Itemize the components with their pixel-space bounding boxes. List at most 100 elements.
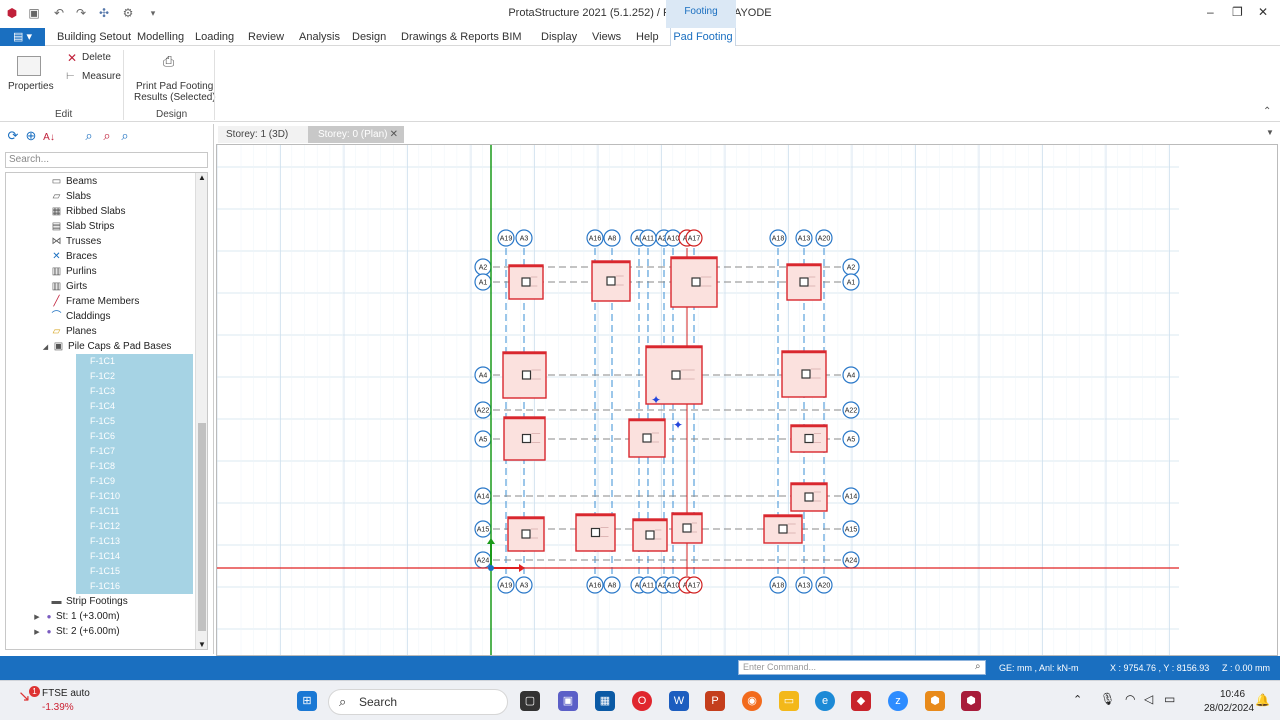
measure-icon[interactable]: ⊢ — [66, 71, 75, 82]
protastructure-icon[interactable]: ⬢ — [961, 691, 981, 711]
menu-design[interactable]: Design — [352, 31, 386, 43]
delete-icon[interactable]: ✕ — [67, 51, 77, 65]
tree-item-footing[interactable]: F-1C11 — [76, 504, 193, 519]
plan-drawing[interactable]: A19A3A16A8A7A11A23A10A6A17A18A13A20A19A3… — [217, 145, 1278, 656]
task-view-icon[interactable]: ▢ — [520, 691, 540, 711]
tree-item-strip-footings[interactable]: ▬ Strip Footings — [50, 594, 128, 609]
tree-item-purlins[interactable]: ▥ Purlins — [50, 264, 97, 279]
menu-views[interactable]: Views — [592, 31, 621, 43]
tree-item-planes[interactable]: ▱ Planes — [50, 324, 97, 339]
properties-button[interactable]: Properties — [8, 81, 54, 92]
teams-icon[interactable]: ▣ — [558, 691, 578, 711]
restore-icon[interactable]: ❐ — [1232, 5, 1243, 19]
menu-review[interactable]: Review — [248, 31, 284, 43]
print-pad-footing-button[interactable]: Print Pad Footing — [136, 81, 213, 92]
app-icon[interactable]: ⬢ — [925, 691, 945, 711]
search-command-icon[interactable]: ⌕ — [975, 661, 981, 672]
delete-button[interactable]: Delete — [82, 52, 111, 63]
tree-item-footing[interactable]: F-1C12 — [76, 519, 193, 534]
tree-item-braces[interactable]: ✕ Braces — [50, 249, 97, 264]
scroll-down-icon[interactable]: ▼ — [198, 640, 206, 649]
close-tab-icon[interactable]: ✕ — [390, 126, 398, 143]
tree-item-girts[interactable]: ▥ Girts — [50, 279, 87, 294]
tree-item-footing[interactable]: F-1C2 — [76, 369, 193, 384]
tree-item-storey-2[interactable]: ▶ ● St: 2 (+6.00m) — [32, 624, 119, 640]
file-menu-button[interactable]: ▤ ▾ — [0, 28, 45, 46]
tree-search-input[interactable]: Search... — [5, 152, 208, 168]
tab-storey-3d[interactable]: Storey: 1 (3D) — [218, 126, 308, 143]
tree-item-footing[interactable]: F-1C1 — [76, 354, 193, 369]
menu-drawings-reports[interactable]: Drawings & Reports — [401, 31, 499, 43]
tree-item-trusses[interactable]: ⋈ Trusses — [50, 234, 102, 249]
battery-icon[interactable]: ▭ — [1164, 692, 1175, 706]
tree-item-footing[interactable]: F-1C4 — [76, 399, 193, 414]
tree-item-footing[interactable]: F-1C5 — [76, 414, 193, 429]
microphone-icon[interactable]: 🎙 — [1100, 692, 1115, 706]
scrollbar-thumb[interactable] — [198, 423, 206, 631]
collapse-ribbon-icon[interactable]: ⌃ — [1263, 106, 1271, 117]
tree-item-footing[interactable]: F-1C13 — [76, 534, 193, 549]
tree-item-footing[interactable]: F-1C16 — [76, 579, 193, 594]
tree-item-footing[interactable]: F-1C3 — [76, 384, 193, 399]
tray-chevron-icon[interactable]: ⌃ — [1073, 693, 1082, 706]
file-explorer-icon[interactable]: ▭ — [779, 691, 799, 711]
tree-item-footing[interactable]: F-1C6 — [76, 429, 193, 444]
scroll-up-icon[interactable]: ▲ — [198, 173, 206, 182]
zoom-icon[interactable]: ⌕ — [80, 128, 98, 144]
expand-arrow-icon[interactable]: ▶ — [32, 610, 42, 625]
menu-display[interactable]: Display — [541, 31, 577, 43]
menu-analysis[interactable]: Analysis — [299, 31, 340, 43]
tree-item-frame-members[interactable]: ╱ Frame Members — [50, 294, 139, 309]
tree-item-beams[interactable]: ▭ Beams — [50, 174, 97, 189]
tree-scrollbar[interactable]: ▲ ▼ — [195, 173, 207, 649]
printer-icon[interactable]: ⎙ — [163, 53, 174, 70]
properties-icon[interactable] — [17, 56, 41, 76]
firefox-icon[interactable]: ◉ — [742, 691, 762, 711]
tree-item-footing[interactable]: F-1C8 — [76, 459, 193, 474]
tree-item-footing[interactable]: F-1C7 — [76, 444, 193, 459]
close-icon[interactable]: ✕ — [1258, 5, 1268, 19]
clock-date[interactable]: 28/02/2024 — [1204, 703, 1254, 714]
tab-storey-plan[interactable]: Storey: 0 (Plan) ✕ — [308, 126, 404, 143]
menu-bim[interactable]: BIM — [502, 31, 522, 43]
tab-menu-icon[interactable]: ▼ — [1266, 128, 1274, 137]
tree-item-footing[interactable]: F-1C9 — [76, 474, 193, 489]
collapse-arrow-icon[interactable]: ◢ — [42, 340, 49, 355]
plan-viewport[interactable]: A19A3A16A8A7A11A23A10A6A17A18A13A20A19A3… — [216, 144, 1278, 656]
wifi-icon[interactable]: ◠ — [1125, 692, 1135, 706]
tree-item-footing[interactable]: F-1C10 — [76, 489, 193, 504]
tree-item-pile-caps[interactable]: ◢ ▣ Pile Caps & Pad Bases — [42, 339, 172, 355]
ticker-name[interactable]: FTSE auto — [42, 688, 90, 699]
minimize-icon[interactable]: – — [1207, 5, 1214, 19]
zoom-app-icon[interactable]: z — [888, 691, 908, 711]
volume-icon[interactable]: ◁ — [1144, 692, 1153, 706]
menu-loading[interactable]: Loading — [195, 31, 234, 43]
powerpoint-icon[interactable]: P — [705, 691, 725, 711]
zoom-reset-icon[interactable]: ⌕ — [116, 128, 134, 144]
menu-building-setout[interactable]: Building Setout — [57, 31, 131, 43]
globe-icon[interactable]: ⊕ — [22, 128, 40, 144]
clock-time[interactable]: 10:46 — [1220, 689, 1245, 700]
menu-pad-footing[interactable]: Pad Footing — [670, 28, 736, 46]
command-input[interactable]: Enter Command... — [738, 660, 986, 675]
tree-item-ribbed-slabs[interactable]: ▦ Ribbed Slabs — [50, 204, 126, 219]
measure-button[interactable]: Measure — [82, 71, 121, 82]
tree-item-footing[interactable]: F-1C15 — [76, 564, 193, 579]
edge-icon[interactable]: e — [815, 691, 835, 711]
tree-item-claddings[interactable]: ⌒ Claddings — [50, 309, 111, 324]
refresh-icon[interactable]: ⟳ — [4, 128, 22, 144]
opera-icon[interactable]: O — [632, 691, 652, 711]
word-icon[interactable]: W — [669, 691, 689, 711]
menu-modelling[interactable]: Modelling — [137, 31, 184, 43]
windows-start-icon[interactable]: ⊞ — [297, 691, 317, 711]
store-icon[interactable]: ▦ — [595, 691, 615, 711]
tree-item-footing[interactable]: F-1C14 — [76, 549, 193, 564]
tree-item-slabs[interactable]: ▱ Slabs — [50, 189, 91, 204]
tree-item-slab-strips[interactable]: ▤ Slab Strips — [50, 219, 115, 234]
taskbar-search[interactable]: ⌕ Search — [328, 689, 508, 715]
notification-icon[interactable]: 🔔 — [1255, 693, 1270, 707]
zoom-select-icon[interactable]: ⌕ — [98, 128, 116, 144]
menu-help[interactable]: Help — [636, 31, 659, 43]
expand-arrow-icon[interactable]: ▶ — [32, 625, 42, 640]
tree-item-storey-1[interactable]: ▶ ● St: 1 (+3.00m) — [32, 609, 119, 625]
